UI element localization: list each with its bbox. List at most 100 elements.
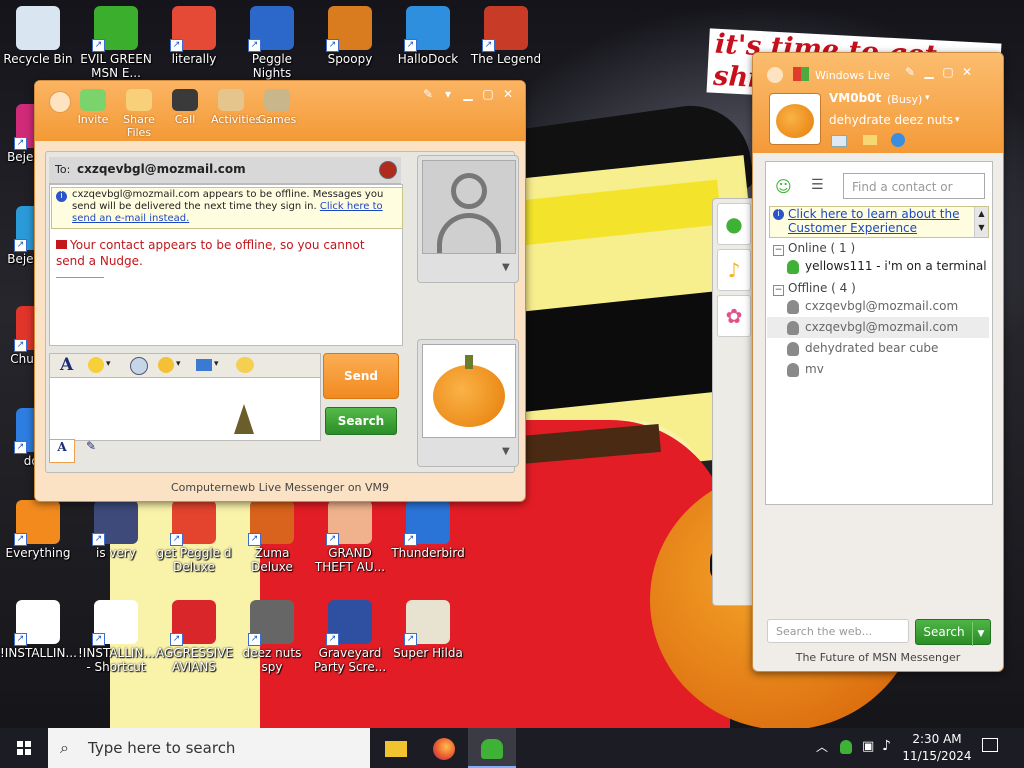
- display-name[interactable]: VM0b0t: [829, 91, 881, 105]
- shortcut-arrow-icon: ↗: [326, 533, 339, 546]
- window-menu-icon[interactable]: [767, 67, 783, 83]
- toolbar-call-button[interactable]: Call: [165, 89, 205, 139]
- web-search-button[interactable]: Search ▼: [915, 619, 991, 646]
- contact-picture-frame[interactable]: ▼: [417, 155, 519, 283]
- collapse-icon[interactable]: −: [773, 245, 784, 256]
- maximize-button[interactable]: ▢: [481, 87, 495, 101]
- firefox-icon[interactable]: [420, 728, 468, 768]
- desktop-icon[interactable]: ↗ Graveyard Party Scre...: [312, 600, 388, 674]
- font-icon[interactable]: A: [60, 355, 73, 375]
- notifications-icon[interactable]: [982, 738, 998, 752]
- send-button[interactable]: Send: [323, 353, 399, 399]
- desktop-icon-label: !INSTALLIN... - Shortcut: [78, 646, 155, 674]
- file-explorer-icon[interactable]: [372, 728, 420, 768]
- close-button[interactable]: ✕: [960, 65, 974, 79]
- chevron-down-icon[interactable]: ▾: [176, 359, 181, 369]
- emoticon-icon[interactable]: [88, 357, 104, 373]
- contacts-tab[interactable]: ●: [717, 203, 751, 245]
- contact-row[interactable]: mv: [767, 359, 989, 380]
- activities-tab-icon[interactable]: ✿: [717, 295, 751, 337]
- desktop-icon[interactable]: Recycle Bin: [0, 6, 76, 66]
- toolbar-invite-button[interactable]: Invite: [73, 89, 113, 139]
- personal-message[interactable]: dehydrate deez nuts: [829, 113, 953, 127]
- conversation-window[interactable]: Invite Share Files Call Activities Games ✎ ▾…: [34, 80, 526, 502]
- desktop-icon[interactable]: ↗ HalloDock: [390, 6, 466, 66]
- clock[interactable]: 2:30 AM 11/15/2024: [902, 731, 972, 765]
- desktop-icon[interactable]: ↗ Zuma Deluxe: [234, 500, 310, 574]
- desktop-icon[interactable]: ↗ deez nuts spy: [234, 600, 310, 674]
- nudge-icon[interactable]: [236, 357, 254, 373]
- desktop-icon[interactable]: ↗ literally: [156, 6, 232, 66]
- desktop-icon[interactable]: ↗ Spoopy: [312, 6, 388, 66]
- desktop-icon[interactable]: ↗ !INSTALLIN... - Shortcut: [78, 600, 155, 674]
- messenger-taskbar-icon[interactable]: [468, 728, 516, 768]
- own-picture-frame[interactable]: ▼: [417, 339, 519, 467]
- contact-search-input[interactable]: Find a contact or number...: [843, 173, 985, 220]
- paint-bucket-icon[interactable]: ✎: [903, 65, 917, 79]
- handwriting-mode-tab[interactable]: ✎: [79, 439, 103, 461]
- chevron-down-icon[interactable]: ▼: [502, 262, 510, 273]
- spaces-icon[interactable]: [863, 135, 877, 145]
- desktop-icon[interactable]: ↗ Peggle Nights: [234, 6, 310, 80]
- desktop-icon[interactable]: ↗ get Peggle d Deluxe: [156, 500, 232, 574]
- desktop-icon[interactable]: ↗ Thunderbird: [390, 500, 466, 560]
- text-mode-tab[interactable]: A: [49, 439, 75, 463]
- taskbar-search-box[interactable]: ⌕ Type here to search: [48, 728, 370, 768]
- desktop-icon-label: The Legend: [470, 52, 542, 66]
- maximize-button[interactable]: ▢: [941, 65, 955, 79]
- desktop-icon[interactable]: ↗ !INSTALLIN...: [0, 600, 77, 660]
- chevron-down-icon[interactable]: ▾: [106, 359, 111, 369]
- minimize-button[interactable]: ▁: [461, 87, 475, 101]
- paint-bucket-icon[interactable]: ✎: [421, 87, 435, 101]
- network-icon[interactable]: ▣: [862, 739, 874, 754]
- desktop-icon[interactable]: ↗ Super Hilda: [390, 600, 466, 660]
- chevron-down-icon[interactable]: ▾: [955, 115, 960, 125]
- user-display-picture[interactable]: [769, 93, 821, 145]
- contact-row[interactable]: cxzqevbgl@mozmail.com: [767, 296, 989, 317]
- chevron-down-icon[interactable]: ▾: [925, 93, 930, 103]
- close-button[interactable]: ✕: [501, 87, 515, 101]
- desktop-icon[interactable]: ↗ GRAND THEFT AU...: [312, 500, 388, 574]
- group-offline[interactable]: − Offline ( 4 ): [767, 281, 993, 296]
- message-input[interactable]: [49, 377, 321, 441]
- chevron-down-icon[interactable]: ▾: [214, 359, 219, 369]
- contact-row[interactable]: yellows111 - i'm on a terminal: [767, 256, 989, 277]
- alerts-bell-icon[interactable]: ♪: [717, 249, 751, 291]
- web-search-input[interactable]: Search the web...: [767, 619, 909, 643]
- desktop-icon[interactable]: ↗ EVIL GREEN MSN E...: [78, 6, 154, 80]
- messenger-tray-icon[interactable]: [840, 740, 852, 754]
- background-icon[interactable]: [196, 359, 212, 371]
- chevron-up-icon[interactable]: ︿: [816, 738, 828, 755]
- toolbar-share-files-button[interactable]: Share Files: [119, 89, 159, 139]
- search-button[interactable]: Search: [325, 407, 397, 435]
- add-contact-icon[interactable]: ☺: [775, 177, 795, 196]
- group-online[interactable]: − Online ( 1 ): [767, 241, 993, 256]
- chevron-down-icon[interactable]: ▼: [972, 622, 989, 646]
- volume-icon[interactable]: ♪: [882, 738, 891, 754]
- block-contact-icon[interactable]: [379, 161, 397, 179]
- minimize-button[interactable]: ▁: [922, 65, 936, 79]
- voice-clip-icon[interactable]: [130, 357, 148, 375]
- desktop-icon[interactable]: ↗ AGGRESSIVE AVIANS: [156, 600, 233, 674]
- mail-icon[interactable]: [831, 135, 847, 147]
- desktop-icon[interactable]: ↗ Everything: [0, 500, 76, 560]
- promo-scrollbar[interactable]: ▲ ▼: [974, 207, 988, 237]
- customer-experience-link[interactable]: Click here to learn about the Customer E…: [788, 207, 968, 235]
- contact-row[interactable]: dehydrated bear cube: [767, 338, 989, 359]
- status-text[interactable]: (Busy): [887, 93, 922, 106]
- menu-arrow-icon[interactable]: ▾: [441, 87, 455, 101]
- messenger-main-window[interactable]: Windows Live ✎ ▁ ▢ ✕ VM0b0t (Busy) ▾ deh…: [752, 52, 1004, 672]
- start-button[interactable]: [0, 728, 48, 768]
- toolbar-activities-button[interactable]: Activities: [211, 89, 261, 139]
- msn-today-icon[interactable]: [891, 133, 905, 147]
- list-options-icon[interactable]: ☰: [811, 177, 833, 195]
- contact-row[interactable]: cxzqevbgl@mozmail.com: [767, 317, 989, 338]
- desktop-icon[interactable]: ↗ is very: [78, 500, 154, 560]
- window-menu-icon[interactable]: [49, 91, 71, 113]
- wink-icon[interactable]: [158, 357, 174, 373]
- collapse-icon[interactable]: −: [773, 285, 784, 296]
- chevron-down-icon[interactable]: ▼: [502, 446, 510, 457]
- desktop-icon[interactable]: ↗ The Legend: [468, 6, 544, 66]
- pixel-dog-icon: ↗: [404, 600, 450, 646]
- toolbar-games-button[interactable]: Games: [257, 89, 297, 139]
